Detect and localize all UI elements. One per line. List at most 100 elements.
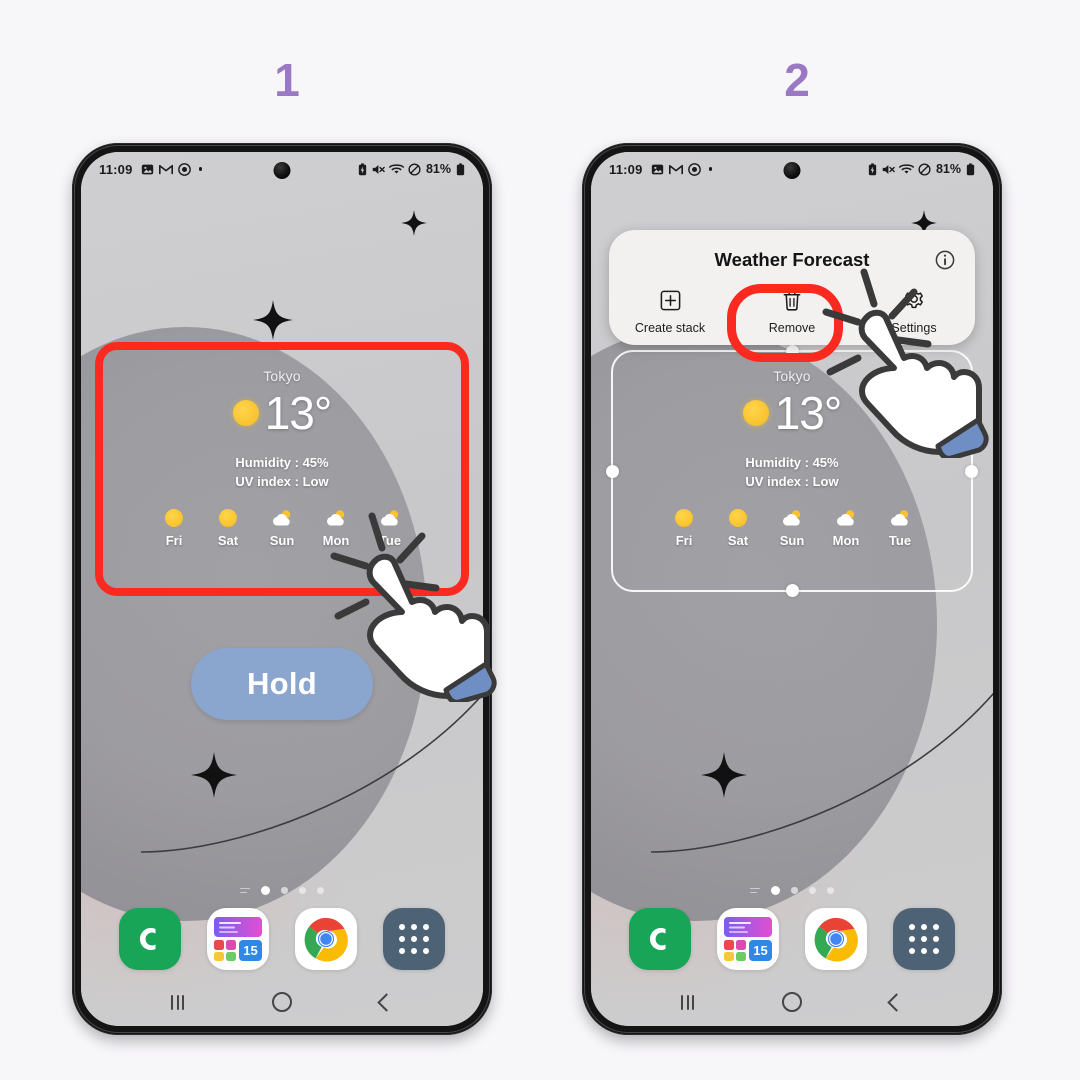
- battery-percent: 81%: [425, 162, 451, 176]
- settings-button[interactable]: Settings: [853, 286, 975, 335]
- app-drawer-icon[interactable]: [383, 908, 445, 970]
- forecast-day-label: Fri: [165, 532, 183, 548]
- sparkle-icon: [401, 210, 427, 236]
- battery-percent: 81%: [935, 162, 961, 176]
- chrome-app-icon[interactable]: [295, 908, 357, 970]
- create-stack-button[interactable]: Create stack: [609, 286, 731, 335]
- battery-icon: [966, 162, 975, 176]
- page-dot-active[interactable]: [771, 886, 780, 895]
- gallery-icon: [651, 163, 664, 176]
- battery-saver-icon: [868, 162, 877, 176]
- status-time: 11:09: [99, 161, 133, 177]
- widget-forecast-row: Fri Sat Sun Mon Tue: [107, 508, 457, 548]
- create-stack-label: Create stack: [634, 321, 706, 335]
- context-menu-title: Weather Forecast: [714, 249, 870, 270]
- widget-city: Tokyo: [263, 368, 301, 384]
- recents-icon[interactable]: [171, 994, 184, 1010]
- resize-handle-bottom[interactable]: [785, 584, 799, 597]
- page-dot[interactable]: [809, 887, 816, 894]
- status-time: 11:09: [609, 161, 643, 177]
- back-icon[interactable]: [887, 992, 906, 1012]
- page-dot-home[interactable]: [281, 887, 288, 894]
- forecast-day-label: Sun: [269, 532, 295, 548]
- phone-app-icon[interactable]: [119, 908, 181, 970]
- recents-icon[interactable]: [681, 994, 694, 1010]
- status-bar-right: 81%: [358, 162, 465, 176]
- gallery-app-icon[interactable]: 15: [717, 908, 779, 970]
- resize-handle-left[interactable]: [606, 464, 619, 478]
- target-icon: [687, 162, 701, 176]
- forecast-day-label: Sat: [217, 532, 239, 548]
- navigation-bar: [81, 978, 483, 1026]
- page-indicator[interactable]: [81, 886, 483, 895]
- widget-selection-frame: [606, 345, 978, 597]
- home-icon[interactable]: [272, 992, 292, 1012]
- do-not-disturb-icon: [918, 162, 931, 176]
- page-dot[interactable]: [317, 887, 324, 894]
- dot-icon: [198, 167, 203, 171]
- page-indicator-menu-icon[interactable]: [750, 887, 760, 894]
- navigation-bar: [591, 978, 993, 1026]
- phone-screen-step1: 11:09 81% Tokyo 13° Humidity: 45% UV in…: [81, 152, 483, 1026]
- status-bar-left: 11:09: [99, 161, 203, 177]
- page-indicator-menu-icon[interactable]: [240, 887, 250, 894]
- sun-icon: [210, 508, 246, 528]
- widget-uv-index: UV index : Low: [235, 473, 329, 489]
- home-icon[interactable]: [782, 992, 802, 1012]
- gmail-icon: [668, 164, 683, 175]
- sparkle-icon: [191, 752, 237, 798]
- context-menu-header: Weather Forecast: [609, 242, 975, 274]
- mute-icon: [881, 163, 895, 176]
- page-indicator[interactable]: [591, 886, 993, 895]
- wifi-icon: [899, 163, 914, 175]
- sparkle-icon: [253, 300, 293, 340]
- sun-icon: [156, 508, 192, 528]
- forecast-day: Tue: [372, 508, 408, 548]
- resize-handle-right[interactable]: [965, 464, 978, 478]
- plus-square-icon: [609, 286, 731, 314]
- page-dot[interactable]: [827, 887, 834, 894]
- settings-label: Settings: [891, 321, 937, 335]
- forecast-day: Sat: [210, 508, 246, 548]
- trash-icon: [731, 286, 853, 314]
- info-icon[interactable]: [935, 250, 955, 270]
- front-camera: [783, 162, 801, 179]
- status-bar-left: 11:09: [609, 161, 713, 177]
- forecast-day: Sun: [264, 508, 300, 548]
- front-camera: [273, 162, 291, 179]
- weather-widget[interactable]: Tokyo 13° Humidity : 45% UV index : Low …: [107, 354, 457, 584]
- resize-handle-top[interactable]: [785, 345, 799, 358]
- chrome-app-icon[interactable]: [805, 908, 867, 970]
- battery-icon: [456, 162, 465, 176]
- phone-app-icon[interactable]: [629, 908, 691, 970]
- forecast-day-label: Tue: [378, 532, 402, 548]
- dot-icon: [708, 167, 713, 171]
- back-icon[interactable]: [377, 992, 396, 1012]
- widget-humidity: Humidity : 45%: [235, 455, 329, 470]
- gear-icon: [853, 286, 975, 314]
- gmail-icon: [158, 164, 173, 175]
- widget-context-menu: Weather Forecast Create stack Remove Set…: [609, 230, 975, 362]
- remove-label: Remove: [768, 321, 816, 335]
- gallery-icon: [141, 163, 154, 176]
- remove-button[interactable]: Remove: [731, 286, 853, 335]
- phone-screen-step2: 11:09 81% Tokyo 13° Humidity: 45% UV in…: [591, 152, 993, 1026]
- sun-icon: [232, 400, 259, 426]
- partly-cloudy-icon: [264, 508, 300, 528]
- hold-button[interactable]: Hold: [191, 648, 373, 720]
- dock: 15: [591, 908, 993, 970]
- partly-cloudy-icon: [372, 508, 408, 528]
- forecast-day: Mon: [318, 508, 354, 548]
- forecast-day: Fri: [156, 508, 192, 548]
- sparkle-icon: [701, 752, 747, 798]
- svg-text:15: 15: [243, 943, 257, 958]
- app-drawer-icon[interactable]: [893, 908, 955, 970]
- widget-temperature: 13°: [264, 387, 333, 439]
- page-dot[interactable]: [299, 887, 306, 894]
- gallery-app-icon[interactable]: 15: [207, 908, 269, 970]
- page-dot-active[interactable]: [261, 886, 270, 895]
- forecast-day-label: Mon: [322, 532, 350, 548]
- page-dot-home[interactable]: [791, 887, 798, 894]
- battery-saver-icon: [358, 162, 367, 176]
- step-number-2: 2: [784, 54, 810, 106]
